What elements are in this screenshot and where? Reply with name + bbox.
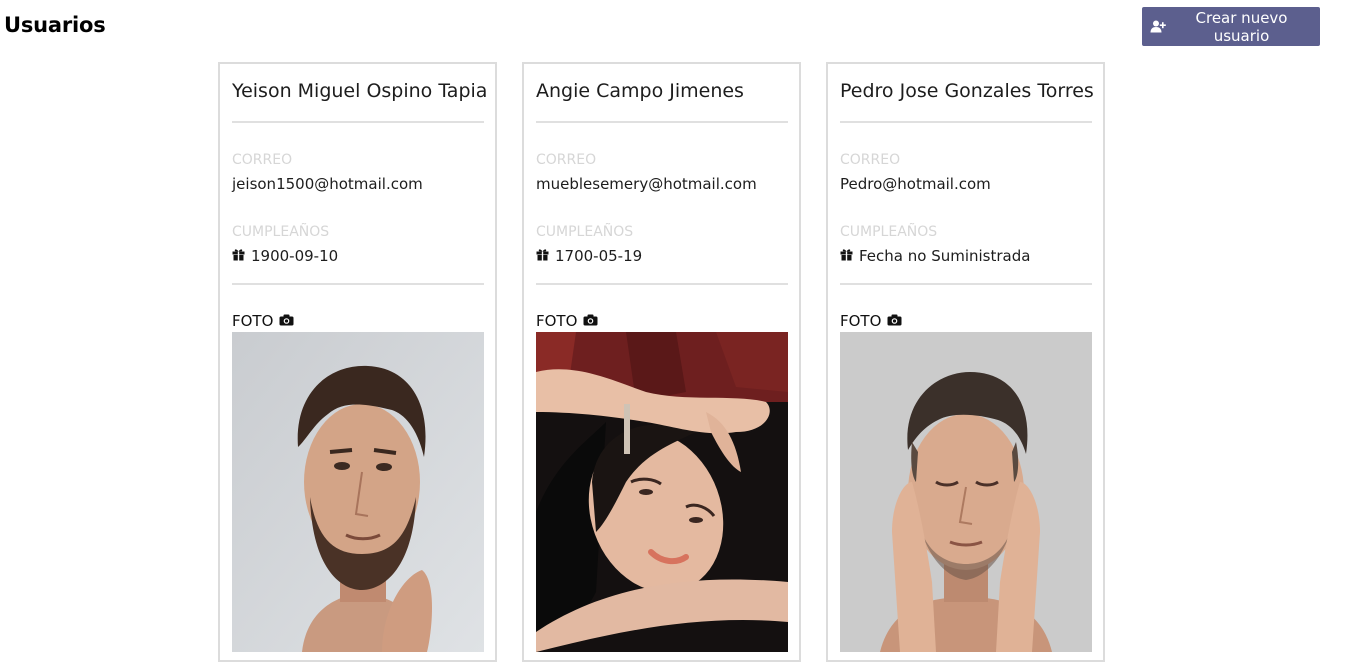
user-name: Yeison Miguel Ospino Tapia <box>232 80 488 102</box>
user-name: Angie Campo Jimenes <box>536 80 744 102</box>
user-card: Yeison Miguel Ospino Tapia CORREO jeison… <box>218 62 497 662</box>
user-email: Pedro@hotmail.com <box>840 175 991 193</box>
divider <box>232 121 484 123</box>
divider <box>840 283 1092 285</box>
user-birthday: 1900-09-10 <box>232 247 338 265</box>
user-email: mueblesemery@hotmail.com <box>536 175 757 193</box>
birthday-label: CUMPLEAÑOS <box>536 224 634 240</box>
divider <box>232 283 484 285</box>
gift-icon <box>536 247 549 265</box>
camera-icon <box>583 312 598 330</box>
user-name: Pedro Jose Gonzales Torres <box>840 80 1094 102</box>
user-card: Pedro Jose Gonzales Torres CORREO Pedro@… <box>826 62 1105 662</box>
photo-label: FOTO <box>232 312 294 330</box>
user-photo <box>840 332 1092 652</box>
photo-label: FOTO <box>536 312 598 330</box>
email-label: CORREO <box>840 152 901 168</box>
photo-label: FOTO <box>840 312 902 330</box>
divider <box>536 283 788 285</box>
gift-icon <box>840 247 853 265</box>
user-email: jeison1500@hotmail.com <box>232 175 423 193</box>
divider <box>840 121 1092 123</box>
birthday-label: CUMPLEAÑOS <box>840 224 938 240</box>
user-birthday: Fecha no Suministrada <box>840 247 1030 265</box>
create-user-button[interactable]: Crear nuevo usuario <box>1142 7 1320 46</box>
create-user-button-label: Crear nuevo usuario <box>1195 8 1288 45</box>
email-label: CORREO <box>232 152 293 168</box>
camera-icon <box>279 312 294 330</box>
divider <box>536 121 788 123</box>
user-birthday: 1700-05-19 <box>536 247 642 265</box>
email-label: CORREO <box>536 152 597 168</box>
user-plus-icon <box>1150 20 1166 33</box>
user-card: Angie Campo Jimenes CORREO mueblesemery@… <box>522 62 801 662</box>
user-photo <box>232 332 484 652</box>
gift-icon <box>232 247 245 265</box>
birthday-label: CUMPLEAÑOS <box>232 224 330 240</box>
page-title: Usuarios <box>4 13 106 37</box>
camera-icon <box>887 312 902 330</box>
user-photo <box>536 332 788 652</box>
